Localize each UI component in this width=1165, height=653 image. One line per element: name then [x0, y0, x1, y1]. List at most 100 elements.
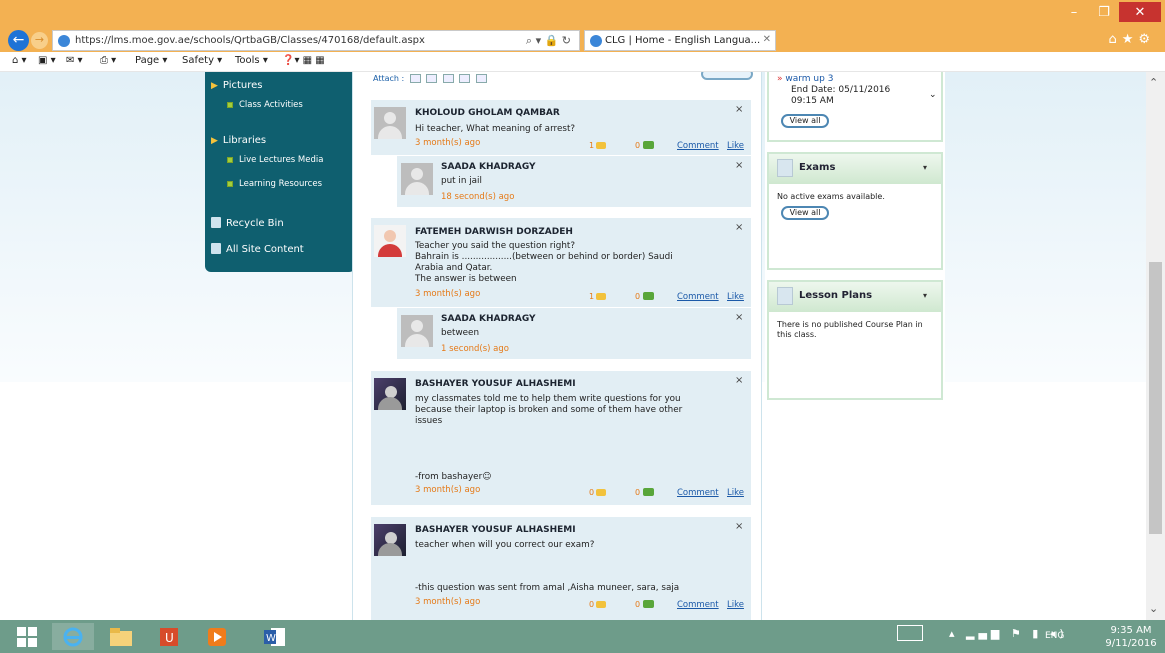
- comment-link[interactable]: Comment: [677, 141, 719, 151]
- like-link[interactable]: Like: [727, 600, 744, 610]
- like-count[interactable]: 0: [635, 488, 655, 497]
- nav-recycle-bin[interactable]: Recycle Bin: [211, 217, 284, 229]
- delete-icon[interactable]: ×: [735, 160, 743, 171]
- page-menu[interactable]: Page ▾: [135, 55, 167, 66]
- post-text-line: Bahrain is ..................(between or…: [415, 252, 673, 262]
- print-icon[interactable]: ⎙ ▾: [100, 55, 116, 66]
- post-button[interactable]: [701, 72, 753, 80]
- like-count[interactable]: 0: [635, 292, 655, 301]
- search-refresh-icons[interactable]: ⌕ ▾ 🔒 ↻: [526, 34, 571, 48]
- attach-video-icon[interactable]: [426, 74, 438, 83]
- taskbar-word[interactable]: W: [254, 623, 296, 650]
- post-text-line: The answer is between: [415, 274, 517, 284]
- url-text: https://lms.moe.gov.ae/schools/QrtbaGB/C…: [75, 35, 425, 46]
- nav-pictures[interactable]: ▶ Pictures: [211, 80, 263, 91]
- help-icon[interactable]: ❓▾ ▦ ▦: [282, 55, 325, 66]
- dropdown-icon[interactable]: ▾: [923, 291, 927, 300]
- touch-keyboard-icon[interactable]: [897, 625, 923, 641]
- delete-icon[interactable]: ×: [735, 104, 743, 115]
- comment-count[interactable]: 1: [589, 292, 607, 301]
- safety-menu[interactable]: Safety ▾: [182, 55, 222, 66]
- comment-count[interactable]: 0: [589, 600, 607, 609]
- avatar: [374, 225, 406, 257]
- start-button[interactable]: [6, 623, 48, 650]
- assignments-panel: » warm up 3 End Date: 05/11/2016 09:15 A…: [767, 72, 943, 142]
- media-player-icon: [208, 627, 226, 646]
- attach-link-icon[interactable]: [459, 74, 471, 83]
- scroll-up-icon[interactable]: ⌃: [1149, 76, 1158, 89]
- like-link[interactable]: Like: [727, 488, 744, 498]
- back-button[interactable]: ←: [8, 30, 29, 51]
- windows-taskbar: U W ▴ ▂▄▆ ⚑ ▮ ◂) ENG 9:35 AM 9/11/2016: [0, 620, 1165, 653]
- close-window-button[interactable]: ✕: [1119, 2, 1161, 22]
- restore-button[interactable]: ❐: [1089, 2, 1119, 22]
- post-author[interactable]: KHOLOUD GHOLAM QAMBAR: [415, 108, 560, 118]
- minimize-button[interactable]: –: [1059, 2, 1089, 22]
- nav-learning-resources[interactable]: Learning Resources: [227, 179, 322, 189]
- comment-count[interactable]: 1: [589, 141, 607, 150]
- post-author[interactable]: FATEMEH DARWISH DORZADEH: [415, 227, 573, 237]
- nav-class-activities[interactable]: Class Activities: [227, 100, 303, 110]
- taskbar-media-player[interactable]: [196, 623, 238, 650]
- scroll-thumb[interactable]: [1149, 262, 1162, 534]
- scroll-down-chevron-icon[interactable]: ⌄: [929, 90, 937, 100]
- comment-link[interactable]: Comment: [677, 292, 719, 302]
- view-all-button[interactable]: View all: [781, 114, 829, 128]
- taskbar-office-app[interactable]: U: [148, 623, 190, 650]
- like-count[interactable]: 0: [635, 141, 655, 150]
- site-content-icon: [211, 243, 221, 254]
- thumbs-up-icon: [643, 141, 655, 149]
- post-signature: -this question was sent from amal ,Aisha…: [415, 583, 680, 593]
- home-star-gear-icons[interactable]: ⌂★⚙: [1108, 32, 1155, 47]
- post-text: my classmates told me to help them write…: [415, 394, 681, 404]
- clock[interactable]: 9:35 AM 9/11/2016: [1103, 624, 1159, 650]
- post-text: Hi teacher, What meaning of arrest?: [415, 124, 576, 134]
- feeds-icon[interactable]: ▣ ▾: [38, 55, 56, 66]
- delete-icon[interactable]: ×: [735, 375, 743, 386]
- assignment-item[interactable]: » warm up 3: [777, 74, 833, 84]
- post-author[interactable]: BASHAYER YOUSUF ALHASHEMI: [415, 379, 576, 389]
- exams-icon: [777, 159, 793, 177]
- post-signature: -from bashayer☺: [415, 472, 492, 482]
- post-time: 3 month(s) ago: [415, 597, 481, 607]
- ie-site-icon: [58, 35, 70, 47]
- like-count[interactable]: 0: [635, 600, 655, 609]
- page-scrollbar[interactable]: ⌃ ⌄: [1146, 72, 1165, 620]
- dropdown-icon[interactable]: ▾: [923, 163, 927, 172]
- nav-libraries[interactable]: ▶ Libraries: [211, 135, 266, 146]
- nav-all-site-content[interactable]: All Site Content: [211, 243, 304, 255]
- reply-author[interactable]: SAADA KHADRAGY: [441, 314, 536, 324]
- nav-live-lectures[interactable]: Live Lectures Media: [227, 155, 323, 165]
- attach-image-icon[interactable]: [409, 74, 421, 83]
- taskbar-file-explorer[interactable]: [100, 623, 142, 650]
- comment-count[interactable]: 0: [589, 488, 607, 497]
- like-link[interactable]: Like: [727, 292, 744, 302]
- reply-author[interactable]: SAADA KHADRAGY: [441, 162, 536, 172]
- address-bar[interactable]: https://lms.moe.gov.ae/schools/QrtbaGB/C…: [52, 30, 580, 51]
- thumbs-up-icon: [643, 488, 655, 496]
- scroll-down-icon[interactable]: ⌄: [1149, 602, 1158, 615]
- browser-tab[interactable]: CLG | Home - English Langua... ✕: [584, 30, 776, 51]
- attach-doc-icon[interactable]: [475, 74, 487, 83]
- view-all-button[interactable]: View all: [781, 206, 829, 220]
- home-icon[interactable]: ⌂ ▾: [12, 55, 27, 66]
- like-link[interactable]: Like: [727, 141, 744, 151]
- post-author[interactable]: BASHAYER YOUSUF ALHASHEMI: [415, 525, 576, 535]
- comment-link[interactable]: Comment: [677, 600, 719, 610]
- delete-icon[interactable]: ×: [735, 222, 743, 233]
- input-language[interactable]: ENG: [1045, 631, 1064, 641]
- browser-title-bar: – ❐ ✕: [0, 0, 1165, 28]
- assignment-end-time: 09:15 AM: [791, 96, 834, 106]
- tools-menu[interactable]: Tools ▾: [235, 55, 268, 66]
- comment-bubble-icon: [596, 489, 607, 496]
- delete-icon[interactable]: ×: [735, 312, 743, 323]
- comment-link[interactable]: Comment: [677, 488, 719, 498]
- delete-icon[interactable]: ×: [735, 521, 743, 532]
- tab-close-icon[interactable]: ✕: [763, 34, 771, 45]
- command-bar: ⌂ ▾ ▣ ▾ ✉ ▾ ⎙ ▾ Page ▾ Safety ▾ Tools ▾ …: [0, 52, 1165, 72]
- forward-button[interactable]: →: [31, 32, 48, 49]
- lesson-plans-text: There is no published Course Plan in: [777, 320, 923, 329]
- attach-file-icon[interactable]: [442, 74, 454, 83]
- taskbar-internet-explorer[interactable]: [52, 623, 94, 650]
- mail-icon[interactable]: ✉ ▾: [66, 55, 83, 66]
